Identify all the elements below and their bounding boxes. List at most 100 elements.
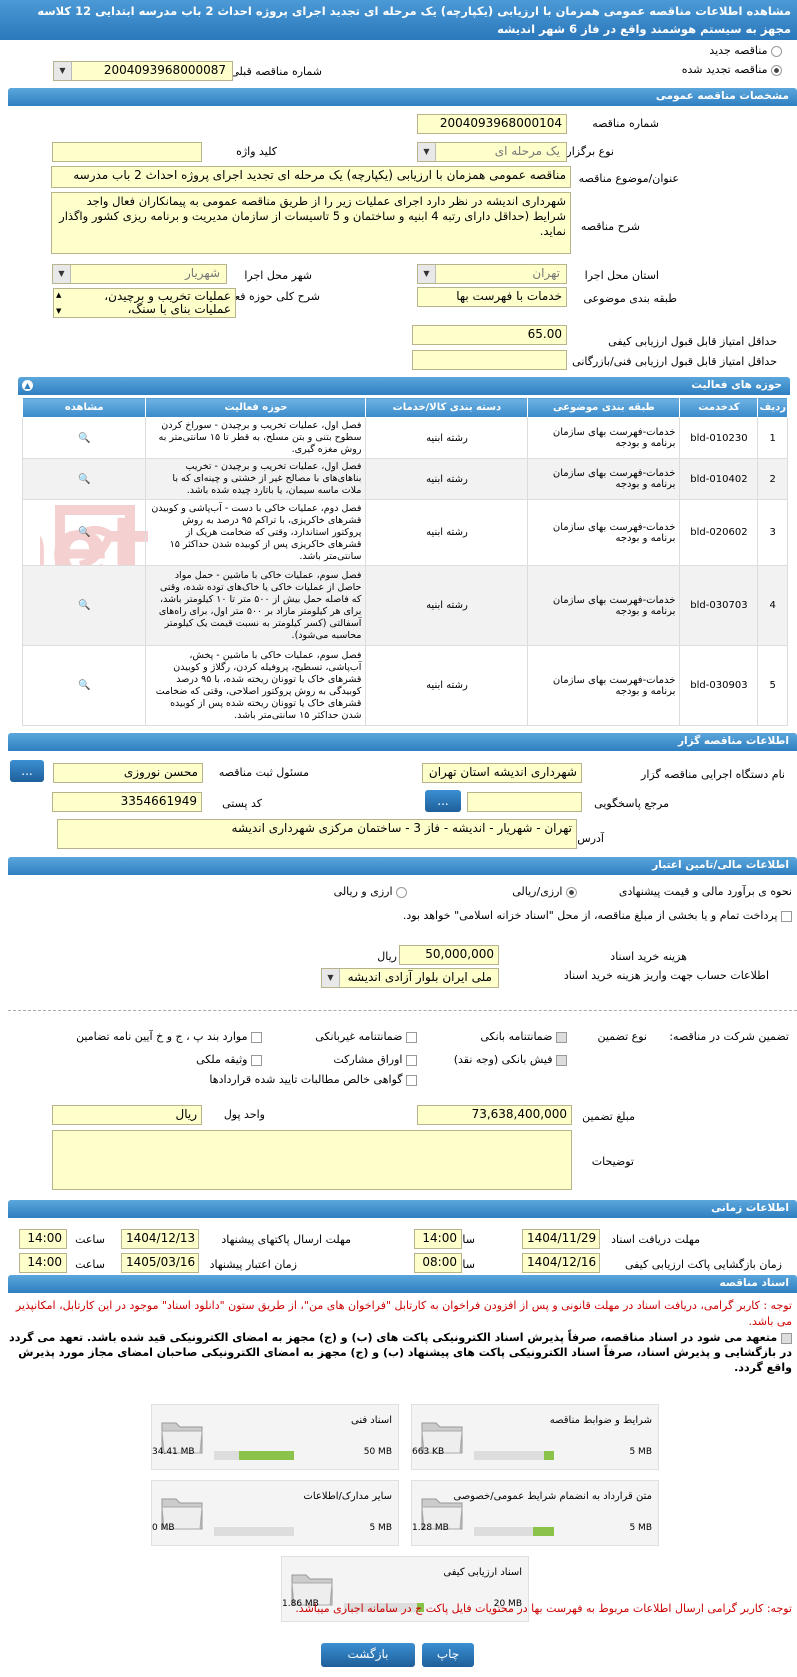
time-label-4: ساعت [75,1258,105,1271]
guarantee-checkbox[interactable] [251,1031,262,1043]
amount-label: مبلغ تضمین [582,1110,635,1123]
account-value: ملی ایران بلوار آزادی اندیشه [347,970,492,984]
back-button[interactable]: بازگشت [321,1643,415,1667]
agency-field[interactable]: شهرداری اندیشه استان تهران [422,763,582,783]
submit-time[interactable]: 14:00 [19,1229,67,1249]
row-index: 3 [757,499,788,566]
quality-open-time[interactable]: 08:00 [414,1253,462,1273]
doc-card[interactable]: سایر مدارک/اطلاعات 0 MB 5 MB [151,1480,399,1546]
notice-1: توجه : کاربر گرامی، دریافت اسناد در مهلت… [15,1299,792,1328]
view-icon[interactable]: 🔍 [21,645,147,726]
print-button[interactable]: چاپ [422,1643,474,1667]
postal-field[interactable]: 3354661949 [52,792,202,812]
guarantee-option-label: ضمانتنامه غیربانکی [315,1030,403,1043]
renewed-tender-radio-row[interactable]: مناقصه تجدید شده [682,63,782,76]
row-code: bld-030703 [679,565,759,646]
row-code: bld-010230 [679,417,759,459]
view-icon[interactable]: 🔍 [21,499,147,566]
activities-section-header: حوزه های فعالیت ▲ [18,377,790,395]
min-tech-field[interactable] [412,350,567,370]
collapse-icon[interactable]: ▲ [22,380,33,391]
new-tender-radio-row[interactable]: مناقصه جدید [709,44,782,57]
doc-progress [474,1527,554,1536]
opt-currency-row[interactable]: ارزی و ریالی [334,885,407,898]
divider [8,1010,797,1011]
guarantee-option[interactable]: موارد بند پ ، ج و خ آیین نامه تضامین [76,1030,262,1043]
view-icon[interactable]: 🔍 [21,565,147,646]
guarantee-option[interactable]: اوراق مشارکت [333,1053,417,1066]
doc-card[interactable]: متن قرارداد به انضمام شرایط عمومی/خصوصی … [411,1480,659,1546]
registrar-field[interactable]: محسن نوروزی [53,763,203,783]
doc-card[interactable]: شرایط و ضوابط مناقصه 663 KB 5 MB [411,1404,659,1470]
doc-max: 5 MB [629,1523,652,1533]
min-quality-field[interactable]: 65.00 [412,325,567,345]
row-scope: فصل سوم، عملیات خاکی با ماشین - پخش، آب‌… [145,645,367,726]
renewed-tender-radio[interactable] [771,64,782,76]
notice-2: توجه: کاربر گرامی ارسال اطلاعات مربوط به… [295,1602,792,1615]
subject-field[interactable]: مناقصه عمومی همزمان با ارزیابی (یکپارچه)… [51,166,571,188]
guarantee-option[interactable]: وثیقه ملکی [196,1053,262,1066]
doc-fee-field[interactable]: 50,000,000 [399,945,499,965]
ref-more-button[interactable]: ... [425,790,461,812]
description-field[interactable]: شهرداری اندیشه در نظر دارد اجرای عملیات … [51,192,571,254]
scroll-down-icon[interactable]: ▼ [56,305,61,317]
row-scope: فصل اول، عملیات تخریب و برچیدن - سوراخ ک… [145,417,367,459]
treasury-checkbox[interactable] [781,910,792,922]
commitment-checkbox[interactable] [781,1332,792,1344]
guarantee-option[interactable]: گواهی خالص مطالبات تایید شده قراردادها [209,1073,417,1086]
doc-used: 0 MB [152,1523,175,1533]
new-tender-radio[interactable] [771,45,782,57]
doc-fee-label: هزینه خرید اسناد [610,950,687,963]
guarantee-checkbox[interactable] [251,1054,262,1066]
province-select[interactable]: ▼ تهران [417,264,567,284]
view-icon[interactable]: 🔍 [21,458,147,500]
guarantee-checkbox[interactable] [556,1054,567,1066]
scope-listbox[interactable]: عملیات تخریب و برچیدن، عملیات بنای با سن… [53,288,236,318]
chevron-down-icon: ▼ [418,265,436,283]
category-field[interactable]: خدمات با فهرست بها [417,287,567,307]
province-label: استان محل اجرا [584,269,659,282]
city-select[interactable]: ▼ شهریار [52,264,227,284]
treasury-row[interactable]: پرداخت تمام و یا بخشی از مبلغ مناقصه، از… [2,908,792,923]
new-tender-label: مناقصه جدید [709,44,768,57]
category-label: طبقه بندی موضوعی [583,292,677,305]
scroll-up-icon[interactable]: ▲ [56,289,61,302]
opt-rial-row[interactable]: ارزی/ریالی [512,885,577,898]
time-label-2: ساعت [75,1233,105,1246]
holding-type-select[interactable]: ▼ یک مرحله ای [417,142,567,162]
doc-used: 34.41 MB [152,1447,195,1457]
keyword-field[interactable] [52,142,202,162]
guarantee-checkbox[interactable] [406,1074,417,1086]
doc-card[interactable]: اسناد فنی 34.41 MB 50 MB [151,1404,399,1470]
doc-name: شرایط و ضوابط مناقصه [549,1415,652,1426]
more-button[interactable]: ... [10,760,44,782]
ref-field[interactable] [467,792,582,812]
guarantee-option[interactable]: ضمانتنامه غیربانکی [315,1030,417,1043]
doc-receive-time[interactable]: 14:00 [414,1229,462,1249]
submit-date[interactable]: 1404/12/13 [121,1229,199,1249]
validity-time[interactable]: 14:00 [19,1253,67,1273]
quality-open-date[interactable]: 1404/12/16 [522,1253,600,1273]
table-row: 2 bld-010402 خدمات-فهرست بهای سازمان برن… [21,458,788,500]
col-scope: حوزه فعالیت [145,397,367,418]
account-select[interactable]: ▼ ملی ایران بلوار آزادی اندیشه [321,968,499,988]
estimate-label: نحوه ی برآورد مالی و قیمت پیشنهادی [618,885,792,898]
guarantee-checkbox[interactable] [406,1054,417,1066]
doc-receive-date[interactable]: 1404/11/29 [522,1229,600,1249]
validity-date[interactable]: 1405/03/16 [121,1253,199,1273]
opt-currency-radio[interactable] [396,886,407,898]
guarantee-option[interactable]: ضمانتنامه بانکی [480,1030,567,1043]
address-field[interactable]: تهران - شهریار - اندیشه - فاز 3 - ساختما… [57,819,577,849]
unit-field[interactable]: ریال [52,1105,202,1125]
notes-field[interactable] [52,1130,572,1190]
view-icon[interactable]: 🔍 [21,417,147,459]
amount-field[interactable]: 73,638,400,000 [417,1105,572,1125]
opt-rial-radio[interactable] [566,886,577,898]
doc-receive-label: مهلت دریافت اسناد [611,1233,700,1246]
guarantee-checkbox[interactable] [406,1031,417,1043]
guarantee-checkbox[interactable] [556,1031,567,1043]
prev-number-select[interactable]: ▼ 2004093968000087 [53,61,233,81]
tender-number-field[interactable]: 2004093968000104 [417,114,567,134]
chevron-down-icon: ▼ [53,265,71,283]
guarantee-option[interactable]: فیش بانکی (وجه نقد) [454,1053,567,1066]
